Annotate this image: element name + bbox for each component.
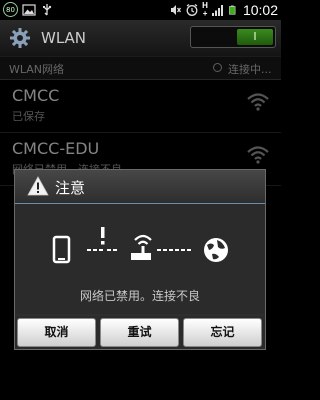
dialog-message: 网络已禁用。连接不良 [79,289,200,303]
status-right-icons: H + 10:02 [168,2,278,18]
mobile-data-indicator: H + [202,2,208,18]
network-type-sub: + [202,9,208,18]
settings-gear-icon[interactable] [9,27,31,49]
phone-icon [52,235,71,264]
status-left-icons: 80 [3,2,54,17]
warning-icon [27,176,49,196]
page-title: WLAN [41,29,87,47]
globe-icon [204,238,228,262]
retry-button[interactable]: 重试 [100,318,179,347]
alarm-icon [186,3,198,16]
link-dashes [157,249,191,251]
mute-icon [171,5,182,15]
status-bar: 80 H + 10:02 [0,0,281,20]
dialog-header: 注意 [15,170,265,204]
usb-icon [43,3,52,15]
battery-icon [229,5,236,15]
gallery-icon [22,3,36,16]
forget-button[interactable]: 忘记 [183,318,262,347]
signal-icon [211,5,223,16]
dialog-title: 注意 [55,179,86,197]
cancel-button[interactable]: 取消 [17,318,96,347]
broken-link-dashes [87,227,117,251]
alert-dialog: 注意 网络已禁用。连接不良 取消 重试 忘记 [14,169,266,350]
dialog-body: 网络已禁用。连接不良 [15,204,265,314]
connection-diagram [52,227,228,264]
wlan-toggle-knob: I [237,29,273,45]
clock: 10:02 [242,2,278,18]
notification-count-badge: 80 [3,2,18,17]
router-icon [131,234,152,260]
title-bar: WLAN I [0,20,281,57]
dialog-button-row: 取消 重试 忘记 [15,316,265,349]
wlan-toggle[interactable]: I [190,26,276,48]
